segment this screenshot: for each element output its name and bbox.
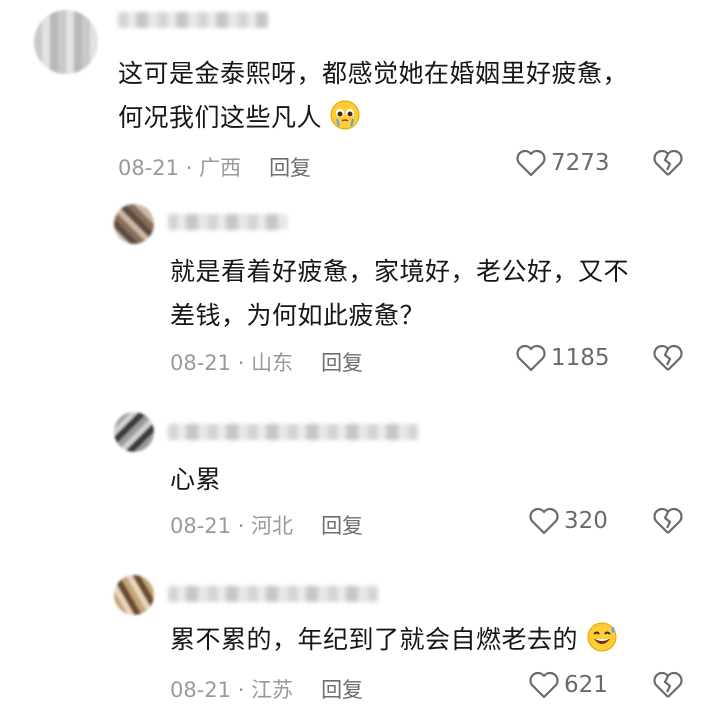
dislike-broken-heart-icon[interactable] bbox=[652, 670, 684, 700]
like-count: 1185 bbox=[551, 345, 610, 371]
like-button[interactable]: 621 bbox=[528, 670, 608, 700]
comment-location: 山东 bbox=[251, 351, 294, 375]
heart-icon bbox=[529, 671, 559, 699]
comment-text-line-1: 累不累的，年纪到了就会自燃老去的 bbox=[170, 620, 618, 659]
avatar[interactable] bbox=[114, 204, 154, 244]
username-blurred[interactable] bbox=[118, 12, 268, 28]
comment-text-line-2: 何况我们这些凡人 bbox=[118, 98, 360, 137]
comment-location: 河北 bbox=[251, 514, 294, 538]
comment-date: 08-21 bbox=[118, 156, 180, 180]
username-blurred[interactable] bbox=[168, 424, 418, 440]
comment-date: 08-21 bbox=[170, 351, 232, 375]
comment-text-line-1: 这可是金泰熙呀，都感觉她在婚姻里好疲惫， bbox=[118, 59, 629, 88]
sweat-smile-emoji bbox=[587, 622, 617, 652]
comment-location: 广西 bbox=[199, 156, 242, 180]
comment-date: 08-21 bbox=[170, 678, 232, 702]
avatar[interactable] bbox=[114, 412, 154, 452]
like-count: 320 bbox=[564, 508, 608, 534]
comment-text-line-1: 就是看着好疲惫，家境好，老公好，又不 bbox=[170, 257, 630, 286]
comment-location: 江苏 bbox=[251, 678, 294, 702]
meta-separator: · bbox=[231, 678, 252, 702]
reply-button[interactable]: 回复 bbox=[321, 678, 363, 702]
username-blurred[interactable] bbox=[168, 214, 288, 230]
reply-button[interactable]: 回复 bbox=[321, 351, 363, 375]
like-button[interactable]: 7273 bbox=[515, 148, 610, 178]
reply-button[interactable]: 回复 bbox=[321, 514, 363, 538]
comment-text-line-1-label: 累不累的，年纪到了就会自燃老去的 bbox=[170, 625, 579, 654]
dislike-broken-heart-icon[interactable] bbox=[652, 343, 684, 373]
dislike-broken-heart-icon[interactable] bbox=[652, 506, 684, 536]
comment-meta: 08-21 · 河北 回复 bbox=[170, 510, 363, 540]
reply-button[interactable]: 回复 bbox=[269, 156, 311, 180]
like-button[interactable]: 320 bbox=[528, 506, 608, 536]
dislike-broken-heart-icon[interactable] bbox=[652, 148, 684, 178]
comment-text-line-1: 心累 bbox=[170, 465, 222, 494]
heart-icon bbox=[516, 149, 546, 177]
comment-text-line-2-label: 何况我们这些凡人 bbox=[118, 103, 323, 132]
like-count: 621 bbox=[564, 672, 608, 698]
like-button[interactable]: 1185 bbox=[515, 343, 610, 373]
meta-separator: · bbox=[231, 351, 252, 375]
comment-meta: 08-21 · 广西 回复 bbox=[118, 152, 311, 182]
comment-meta: 08-21 · 江苏 回复 bbox=[170, 674, 363, 704]
avatar[interactable] bbox=[114, 575, 154, 615]
avatar[interactable] bbox=[34, 10, 98, 74]
comment-text-line-2: 差钱，为何如此疲惫？ bbox=[170, 301, 426, 330]
comment-meta: 08-21 · 山东 回复 bbox=[170, 347, 363, 377]
username-blurred[interactable] bbox=[168, 586, 378, 602]
meta-separator: · bbox=[231, 514, 252, 538]
heart-icon bbox=[516, 344, 546, 372]
like-count: 7273 bbox=[551, 150, 610, 176]
comment-date: 08-21 bbox=[170, 514, 232, 538]
pleading-face-emoji bbox=[330, 100, 360, 130]
heart-icon bbox=[529, 507, 559, 535]
meta-separator: · bbox=[179, 156, 200, 180]
